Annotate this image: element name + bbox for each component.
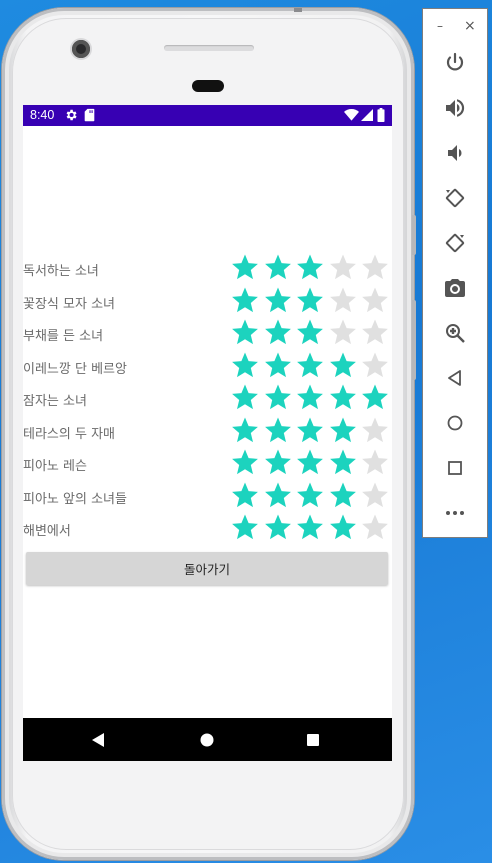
device-screen: 8:40 독서하는 소녀꽃장식 모자 소녀부채를 든 소녀이레느깡 단 베르앙잠… xyxy=(23,105,392,761)
star-filled-icon[interactable] xyxy=(263,253,293,283)
star-filled-icon[interactable] xyxy=(360,383,390,413)
star-filled-icon[interactable] xyxy=(328,383,358,413)
star-filled-icon[interactable] xyxy=(230,351,260,381)
artwork-title: 꽃장식 모자 소녀 xyxy=(23,296,115,312)
battery-icon xyxy=(377,108,385,122)
star-empty-icon[interactable] xyxy=(360,416,390,446)
back-button[interactable]: 돌아가기 xyxy=(26,552,388,585)
status-time: 8:40 xyxy=(30,108,55,122)
zoom-icon[interactable] xyxy=(443,321,467,345)
star-filled-icon[interactable] xyxy=(263,351,293,381)
overview-icon[interactable] xyxy=(443,456,467,480)
more-icon[interactable] xyxy=(443,501,467,525)
star-empty-icon[interactable] xyxy=(360,351,390,381)
rating-row: 부채를 든 소녀 xyxy=(23,318,392,350)
star-filled-icon[interactable] xyxy=(295,448,325,478)
earpiece-speaker xyxy=(164,45,254,51)
star-filled-icon[interactable] xyxy=(295,253,325,283)
navigation-bar xyxy=(23,718,392,761)
rating-row: 이레느깡 단 베르앙 xyxy=(23,351,392,383)
app-content: 독서하는 소녀꽃장식 모자 소녀부채를 든 소녀이레느깡 단 베르앙잠자는 소녀… xyxy=(23,126,392,718)
artwork-title: 해변에서 xyxy=(23,524,71,539)
star-filled-icon[interactable] xyxy=(230,448,260,478)
star-empty-icon[interactable] xyxy=(328,286,358,316)
home-icon[interactable] xyxy=(443,411,467,435)
rotate-right-icon[interactable] xyxy=(443,231,467,255)
star-empty-icon[interactable] xyxy=(360,513,390,543)
star-filled-icon[interactable] xyxy=(295,481,325,511)
phone-top-button xyxy=(294,8,302,12)
rating-row: 피아노 앞의 소녀들 xyxy=(23,481,392,513)
artwork-title: 독서하는 소녀 xyxy=(23,264,99,279)
artwork-title: 잠자는 소녀 xyxy=(23,394,87,409)
rating-row: 해변에서 xyxy=(23,513,392,545)
rating-row: 테라스의 두 자매 xyxy=(23,416,392,448)
star-empty-icon[interactable] xyxy=(328,318,358,348)
artwork-title: 테라스의 두 자매 xyxy=(23,426,115,442)
power-icon[interactable] xyxy=(443,51,467,75)
proximity-sensor xyxy=(192,80,224,92)
overview-icon[interactable] xyxy=(303,730,323,750)
emulator-toolbar: – × xyxy=(422,8,488,538)
star-filled-icon[interactable] xyxy=(328,513,358,543)
status-bar: 8:40 xyxy=(23,105,392,126)
star-filled-icon[interactable] xyxy=(263,481,293,511)
star-filled-icon[interactable] xyxy=(328,351,358,381)
star-filled-icon[interactable] xyxy=(230,318,260,348)
signal-icon xyxy=(361,109,373,121)
star-filled-icon[interactable] xyxy=(230,383,260,413)
rating-row: 피아노 레슨 xyxy=(23,448,392,480)
star-empty-icon[interactable] xyxy=(360,286,390,316)
front-camera xyxy=(72,40,90,58)
phone-volume-button xyxy=(412,300,416,380)
home-icon[interactable] xyxy=(197,730,217,750)
rating-row: 잠자는 소녀 xyxy=(23,383,392,415)
star-filled-icon[interactable] xyxy=(295,351,325,381)
star-filled-icon[interactable] xyxy=(295,416,325,446)
artwork-title: 피아노 레슨 xyxy=(23,459,87,474)
gear-icon xyxy=(66,109,77,121)
artwork-title: 피아노 앞의 소녀들 xyxy=(23,491,127,507)
star-filled-icon[interactable] xyxy=(295,318,325,348)
star-filled-icon[interactable] xyxy=(263,383,293,413)
artwork-title: 부채를 든 소녀 xyxy=(23,329,104,344)
rating-row: 독서하는 소녀 xyxy=(23,253,392,285)
rating-row: 꽃장식 모자 소녀 xyxy=(23,286,392,318)
star-empty-icon[interactable] xyxy=(360,318,390,348)
star-filled-icon[interactable] xyxy=(263,416,293,446)
camera-icon[interactable] xyxy=(443,276,467,300)
star-filled-icon[interactable] xyxy=(328,416,358,446)
phone-power-button xyxy=(412,215,416,255)
back-icon[interactable] xyxy=(89,730,109,750)
star-filled-icon[interactable] xyxy=(295,286,325,316)
star-filled-icon[interactable] xyxy=(263,318,293,348)
star-filled-icon[interactable] xyxy=(263,513,293,543)
volume-down-icon[interactable] xyxy=(443,141,467,165)
artwork-title: 이레느깡 단 베르앙 xyxy=(23,361,127,377)
star-filled-icon[interactable] xyxy=(230,253,260,283)
rotate-left-icon[interactable] xyxy=(443,186,467,210)
sd-card-icon xyxy=(84,108,95,122)
star-empty-icon[interactable] xyxy=(360,481,390,511)
star-filled-icon[interactable] xyxy=(263,286,293,316)
star-filled-icon[interactable] xyxy=(328,448,358,478)
star-empty-icon[interactable] xyxy=(328,253,358,283)
close-button[interactable]: × xyxy=(464,18,476,34)
star-filled-icon[interactable] xyxy=(263,448,293,478)
minimize-button[interactable]: – xyxy=(437,19,443,33)
star-filled-icon[interactable] xyxy=(230,481,260,511)
star-filled-icon[interactable] xyxy=(328,481,358,511)
star-empty-icon[interactable] xyxy=(360,253,390,283)
star-empty-icon[interactable] xyxy=(360,448,390,478)
back-icon[interactable] xyxy=(443,366,467,390)
wifi-icon xyxy=(344,109,359,121)
star-filled-icon[interactable] xyxy=(230,286,260,316)
star-filled-icon[interactable] xyxy=(230,513,260,543)
star-filled-icon[interactable] xyxy=(230,416,260,446)
volume-up-icon[interactable] xyxy=(443,96,467,120)
star-filled-icon[interactable] xyxy=(295,513,325,543)
star-filled-icon[interactable] xyxy=(295,383,325,413)
